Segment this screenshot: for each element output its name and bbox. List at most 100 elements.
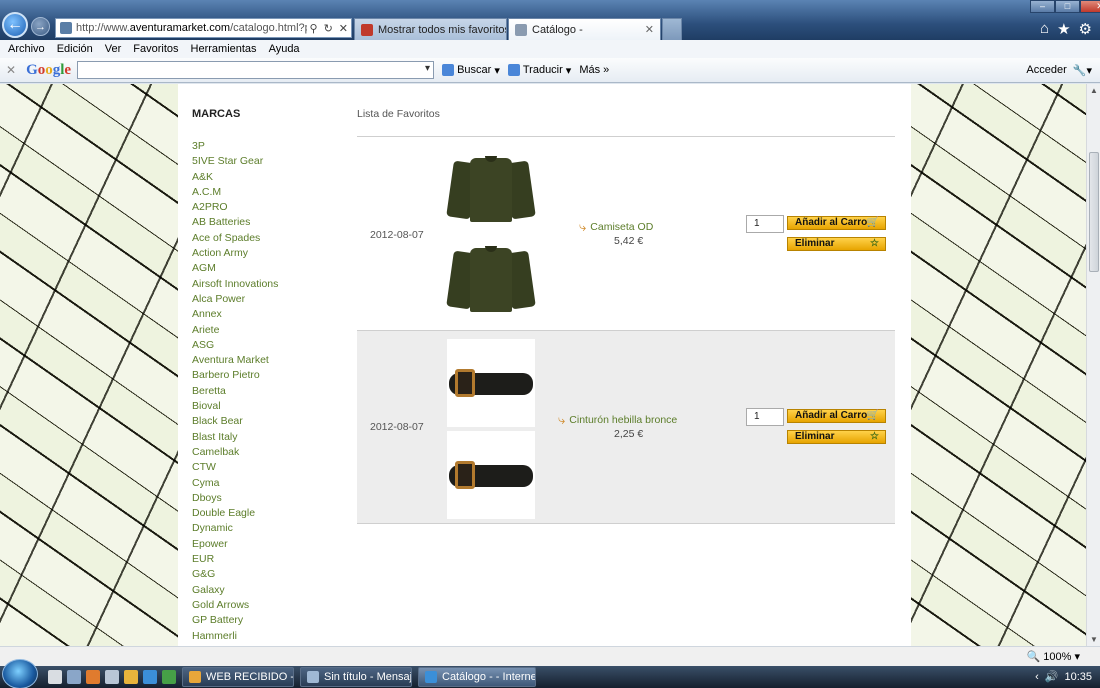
brand-link[interactable]: Airsoft Innovations	[192, 277, 278, 292]
minimize-button[interactable]: –	[1030, 0, 1055, 13]
scrollbar-thumb[interactable]	[1089, 152, 1099, 272]
gear-icon[interactable]: ⚙	[1079, 20, 1092, 38]
product-link[interactable]: ⤷ Camiseta OD	[579, 219, 653, 235]
close-toolbar-icon[interactable]: ✕	[6, 63, 16, 77]
scroll-up-icon[interactable]: ▲	[1090, 86, 1098, 95]
start-button[interactable]	[2, 659, 38, 688]
brand-link[interactable]: Action Army	[192, 246, 278, 261]
brand-link[interactable]: GP Battery	[192, 613, 278, 628]
brands-list: 3P 5IVE Star Gear A&K A.C.M A2PRO AB Batterie…	[192, 139, 278, 644]
address-bar[interactable]: http://www.aventuramarket.com/catalogo.h…	[55, 18, 352, 38]
search-icon[interactable]: ⚲	[310, 22, 318, 35]
brand-link[interactable]: Dboys	[192, 491, 278, 506]
menu-ayuda[interactable]: Ayuda	[269, 43, 300, 55]
brand-link[interactable]: EUR	[192, 552, 278, 567]
quantity-input[interactable]: 1	[746, 408, 784, 426]
product-image[interactable]	[447, 339, 535, 427]
brand-link[interactable]: Alca Power	[192, 292, 278, 307]
brand-link[interactable]: Aventura Market	[192, 353, 278, 368]
chrome-icon[interactable]	[162, 670, 176, 684]
google-signin[interactable]: Acceder 🔧▾	[1026, 64, 1092, 77]
google-search-input[interactable]	[77, 61, 435, 79]
window-icon[interactable]	[67, 670, 81, 684]
page-viewport: MARCAS 3P 5IVE Star Gear A&K A.C.M A2PRO AB B…	[0, 84, 1086, 646]
window-controls: – □ ✕	[1030, 0, 1100, 13]
taskbar-item-active[interactable]: Catálogo - - Interne...	[418, 667, 536, 687]
brand-link[interactable]: Camelbak	[192, 445, 278, 460]
favorites-star-icon[interactable]: ★	[1057, 20, 1070, 38]
menu-ver[interactable]: Ver	[105, 43, 122, 55]
back-button[interactable]: ←	[2, 12, 28, 38]
new-tab-button[interactable]	[662, 18, 682, 40]
product-image[interactable]	[446, 145, 536, 233]
add-to-cart-button[interactable]: Añadir al Carro 🛒	[787, 216, 886, 230]
brand-link[interactable]: 5IVE Star Gear	[192, 154, 278, 169]
page-content: MARCAS 3P 5IVE Star Gear A&K A.C.M A2PRO AB B…	[178, 84, 911, 646]
brand-link[interactable]: Black Bear	[192, 414, 278, 429]
brand-link[interactable]: 3P	[192, 139, 278, 154]
translate-button[interactable]: Traducir ▾	[507, 64, 571, 77]
brand-link[interactable]: Bioval	[192, 399, 278, 414]
wrench-icon[interactable]: 🔧▾	[1073, 64, 1092, 77]
menu-edicion[interactable]: Edición	[57, 43, 93, 55]
brand-link[interactable]: Ariete	[192, 323, 278, 338]
close-window-button[interactable]: ✕	[1080, 0, 1100, 13]
scroll-down-icon[interactable]: ▼	[1090, 635, 1098, 644]
brand-link[interactable]: Blast Italy	[192, 430, 278, 445]
brand-link[interactable]: Double Eagle	[192, 506, 278, 521]
product-image[interactable]	[446, 235, 536, 323]
tray-arrow-icon[interactable]: ‹	[1035, 671, 1039, 683]
network-icon[interactable]	[105, 670, 119, 684]
tab-favorites[interactable]: Mostrar todos mis favoritos - ...	[354, 18, 507, 40]
taskbar-item[interactable]: WEB RECIBIDO - Mi...	[182, 667, 294, 687]
tab-catalogo[interactable]: Catálogo - ✕	[508, 18, 661, 40]
brand-link[interactable]: ASG	[192, 338, 278, 353]
home-icon[interactable]: ⌂	[1040, 20, 1049, 38]
brand-link[interactable]: Beretta	[192, 384, 278, 399]
brand-link[interactable]: AGM	[192, 261, 278, 276]
brand-link[interactable]: Gold Arrows	[192, 598, 278, 613]
brand-link[interactable]: Cyma	[192, 476, 278, 491]
taskbar-item[interactable]: Sin título - Mensaje ...	[300, 667, 412, 687]
brand-link[interactable]: Hammerli	[192, 629, 278, 644]
remove-button[interactable]: Eliminar ☆	[787, 430, 886, 444]
menu-herramientas[interactable]: Herramientas	[191, 43, 257, 55]
menu-archivo[interactable]: Archivo	[8, 43, 45, 55]
brand-link[interactable]: Epower	[192, 537, 278, 552]
brand-link[interactable]: Galaxy	[192, 583, 278, 598]
brand-link[interactable]: Barbero Pietro	[192, 368, 278, 383]
messenger-icon[interactable]	[124, 670, 138, 684]
add-to-cart-button[interactable]: Añadir al Carro 🛒	[787, 409, 886, 423]
brand-link[interactable]: AB Batteries	[192, 215, 278, 230]
google-search-button[interactable]: Buscar ▾	[442, 64, 500, 77]
menu-favoritos[interactable]: Favoritos	[133, 43, 178, 55]
desktop-icon[interactable]	[48, 670, 62, 684]
brand-link[interactable]: G&G	[192, 567, 278, 582]
product-link[interactable]: ⤷ Cinturón hebilla bronce	[558, 412, 677, 428]
address-url[interactable]: http://www.aventuramarket.com/catalogo.h…	[76, 22, 307, 34]
taskbar: WEB RECIBIDO - Mi... Sin título - Mensaj…	[0, 659, 1100, 688]
close-tab-icon[interactable]: ✕	[645, 23, 654, 36]
quantity-input[interactable]: 1	[746, 215, 784, 233]
product-image[interactable]	[447, 431, 535, 519]
background-texture-right	[911, 84, 1086, 646]
brand-link[interactable]: Ace of Spades	[192, 231, 278, 246]
firefox-icon[interactable]	[86, 670, 100, 684]
brand-link[interactable]: CTW	[192, 460, 278, 475]
remove-button[interactable]: Eliminar ☆	[787, 237, 886, 251]
forward-button[interactable]: →	[31, 17, 50, 36]
vertical-scrollbar[interactable]: ▲ ▼	[1086, 84, 1100, 646]
refresh-icon[interactable]: ↻	[324, 22, 333, 35]
stop-icon[interactable]: ✕	[339, 22, 348, 35]
more-button[interactable]: Más»	[579, 64, 609, 76]
brand-link[interactable]: Dynamic	[192, 521, 278, 536]
volume-icon[interactable]: 🔊	[1045, 670, 1059, 683]
brand-link[interactable]: A.C.M	[192, 185, 278, 200]
brand-link[interactable]: Annex	[192, 307, 278, 322]
clock[interactable]: 10:35	[1064, 671, 1092, 683]
brand-link[interactable]: A&K	[192, 170, 278, 185]
maximize-button[interactable]: □	[1055, 0, 1080, 13]
zoom-level[interactable]: 🔍 100% ▾	[1027, 650, 1080, 663]
ie-icon[interactable]	[143, 670, 157, 684]
brand-link[interactable]: A2PRO	[192, 200, 278, 215]
